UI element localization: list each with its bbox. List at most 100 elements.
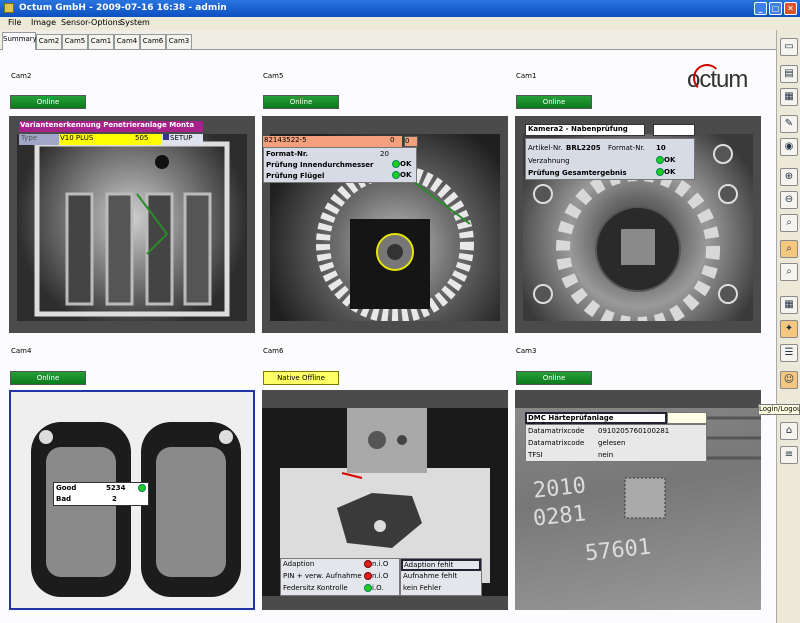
cam6-row-3-result: kein Fehler [403, 584, 442, 592]
grid-icon[interactable]: ▦ [780, 296, 798, 314]
ok-indicator [364, 584, 372, 592]
ok-indicator [392, 160, 400, 168]
ok-text: OK [400, 160, 412, 168]
cam5-format-label: Format-Nr. [266, 150, 308, 158]
minimize-button[interactable]: _ [754, 2, 767, 15]
menu-image[interactable]: Image [31, 18, 56, 27]
open-icon[interactable]: ▭ [780, 38, 798, 56]
zoom-fit-icon[interactable]: ⌕ [780, 214, 798, 232]
tab-cam2[interactable]: Cam2 [36, 34, 62, 49]
cam4-bad-label: Bad [56, 495, 72, 503]
tab-cam1[interactable]: Cam1 [88, 34, 114, 49]
cam6-status[interactable]: Native Offline [263, 371, 339, 385]
cam3-row-2-key: Datamatrixcode [528, 439, 585, 447]
cam4-status-indicator [138, 484, 146, 492]
cam4-good-label: Good [56, 484, 77, 492]
cam2-panel[interactable]: Variantenerkennung Penetrieranlage Monta… [9, 116, 255, 333]
title-bar: Octum GmbH - 2009-07-16 16:38 - admin _ … [0, 0, 800, 17]
cam1-format-value: 10 [656, 144, 666, 152]
cam6-label: Cam6 [263, 347, 284, 355]
cam6-row-2-result: Aufnahme fehlt [403, 572, 458, 580]
menu-system[interactable]: System [120, 18, 150, 27]
capture-icon[interactable]: ◉ [780, 138, 798, 156]
cam3-status[interactable]: Online [516, 371, 592, 385]
tab-cam3[interactable]: Cam3 [166, 34, 192, 49]
cam5-panel[interactable]: 82143522-5 0 0 Format-Nr. 20 Prüfung Inn… [262, 116, 508, 333]
cam6-row-1-result: Adaption fehlt [401, 559, 481, 571]
cam3-title: DMC Härteprüfanlage Verfahrwagen [525, 412, 667, 430]
cam6-panel[interactable]: Adaption n.i.O PIN + verw. Aufnahme n.i.… [262, 390, 508, 610]
cam4-good-count: 5234 [106, 484, 126, 492]
cam2-number: 505 [129, 134, 161, 145]
cam2-label: Cam2 [11, 72, 32, 80]
cam1-status[interactable]: Online [516, 95, 592, 109]
cam4-status[interactable]: Online [10, 371, 86, 385]
window-title: Octum GmbH - 2009-07-16 16:38 - admin [19, 3, 227, 13]
ok-indicator [392, 171, 400, 179]
cam1-format-label: Format-Nr. [608, 144, 645, 152]
cam5-check-2-result: OK [392, 171, 411, 179]
cam1-line-1: Verzahnung [528, 157, 570, 165]
database-icon[interactable]: ≡ [780, 446, 798, 464]
tool-sidebar: ▭ ▤ ▦ ✎ ◉ ⊕ ⊖ ⌕ ⌕ ⌕ ▦ ✦ ☰ ☺ ⌂ ≡ [776, 30, 800, 623]
cam4-counter-box: Good 5234 Bad 2 [53, 482, 149, 506]
ok-text: OK [664, 168, 676, 176]
cam5-value-2: 0 [404, 136, 418, 147]
tools-icon[interactable]: ✎ [780, 115, 798, 133]
cam3-row-1-value: 0910205760100281 [598, 427, 670, 435]
tab-cam4[interactable]: Cam4 [114, 34, 140, 49]
cam4-panel[interactable]: Good 5234 Bad 2 [9, 390, 255, 610]
settings-icon[interactable]: ✦ [780, 320, 798, 338]
zoom-in-icon[interactable]: ⊕ [780, 168, 798, 186]
cam2-setup-button[interactable]: SETUP [161, 134, 203, 145]
cam2-variant: V10 PLUS [59, 134, 129, 145]
cam2-title: Variantenerkennung Penetrieranlage Monta [19, 121, 203, 132]
cam1-panel[interactable]: Kamera2 - Nabenprüfung Artikel-Nr. BRL22… [515, 116, 761, 333]
cam2-status[interactable]: Online [10, 95, 86, 109]
ok-text: OK [664, 156, 676, 164]
cam5-status[interactable]: Online [263, 95, 339, 109]
cam5-check-1: Prüfung Innendurchmesser [266, 161, 374, 169]
cam1-result-box: Artikel-Nr. BRL2205 Format-Nr. 10 Verzah… [525, 138, 695, 180]
cam6-row-3-name: Federsitz Kontrolle [283, 584, 348, 592]
cam3-row-2-value: gelesen [598, 439, 626, 447]
cam2-type-label: Type [19, 134, 59, 145]
disk-icon[interactable]: ▦ [780, 88, 798, 106]
state-text: i.O. [372, 584, 384, 592]
cam1-line-2-result: OK [656, 168, 675, 176]
list-icon[interactable]: ☰ [780, 344, 798, 362]
cam3-label: Cam3 [516, 347, 537, 355]
maximize-button[interactable]: □ [769, 2, 782, 15]
cam5-result-box: Format-Nr. 20 Prüfung Innendurchmesser O… [263, 147, 417, 183]
menu-sensor-options[interactable]: Sensor-Options [61, 18, 122, 27]
save-icon[interactable]: ▤ [780, 65, 798, 83]
cam6-row-1-state: n.i.O [364, 560, 388, 568]
logo-swoosh [693, 64, 721, 92]
cam1-title: Kamera2 - Nabenprüfung [525, 124, 645, 136]
setup-icon [163, 134, 169, 140]
state-text: n.i.O [372, 560, 389, 568]
network-icon[interactable]: ⌂ [780, 422, 798, 440]
cam1-line-2: Prüfung Gesamtergebnis [528, 169, 627, 177]
tab-cam5[interactable]: Cam5 [62, 34, 88, 49]
login-logout-tooltip: Login/Logout [758, 404, 800, 415]
app-icon [4, 3, 14, 13]
tab-summary[interactable]: Summary [2, 32, 37, 50]
cam5-part-number: 82143522-5 [263, 136, 390, 147]
zoom-out-icon[interactable]: ⊖ [780, 191, 798, 209]
menu-file[interactable]: File [8, 18, 21, 27]
cam5-format-value: 20 [380, 150, 389, 158]
tab-cam6[interactable]: Cam6 [140, 34, 166, 49]
cam6-row-2-state: n.i.O [364, 572, 388, 580]
cam5-check-2: Prüfung Flügel [266, 172, 325, 180]
state-text: n.i.O [372, 572, 389, 580]
ok-indicator [656, 156, 664, 164]
cam3-panel[interactable]: 2010 0281 57601 DMC Härteprüfanlage Verf… [515, 390, 761, 610]
search-icon[interactable]: ⌕ [780, 263, 798, 281]
close-button[interactable]: ✕ [784, 2, 797, 15]
cam6-row-2-name: PIN + verw. Aufnahme [283, 572, 362, 580]
cam4-label: Cam4 [11, 347, 32, 355]
zoom-active-icon[interactable]: ⌕ [780, 240, 798, 258]
login-logout-icon[interactable]: ☺ [780, 371, 798, 389]
cam1-article-label: Artikel-Nr. [528, 144, 563, 152]
